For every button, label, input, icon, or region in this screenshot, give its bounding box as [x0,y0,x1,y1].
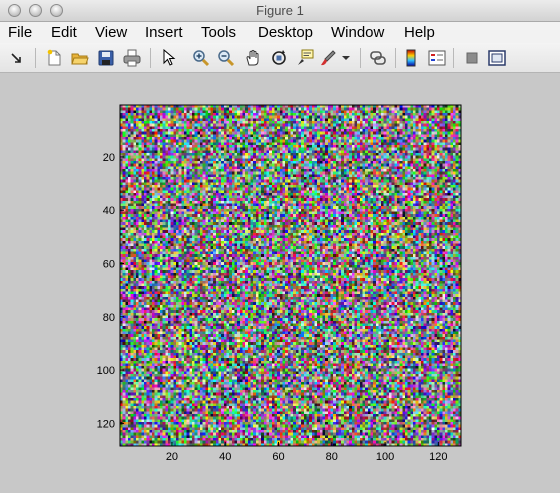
menu-view[interactable]: View [95,24,127,41]
window-title: Figure 1 [256,3,304,18]
x-tick-label: 40 [219,451,231,463]
open-file-icon[interactable] [70,48,90,68]
menu-help[interactable]: Help [404,24,435,41]
edit-plot-icon[interactable] [159,48,179,68]
y-tick-label: 100 [97,365,115,377]
y-tick-label: 120 [97,418,115,430]
show-plot-tools-icon[interactable] [487,48,507,68]
menu-desktop[interactable]: Desktop [258,24,313,41]
hide-plot-tools-icon[interactable] [462,48,482,68]
x-tick-label: 20 [166,451,178,463]
brush-icon[interactable] [318,48,338,68]
figure-canvas: 20 40 60 80 100 120 20 40 60 80 100 120 [0,73,560,493]
save-icon[interactable] [96,48,116,68]
link-plot-icon[interactable] [368,48,388,68]
pan-icon[interactable] [243,48,263,68]
print-icon[interactable] [122,48,142,68]
menu-insert[interactable]: Insert [145,24,183,41]
colorbar-icon[interactable] [401,48,421,68]
data-cursor-icon[interactable] [295,48,315,68]
brush-dropdown-icon[interactable] [340,48,352,68]
legend-icon[interactable] [427,48,447,68]
axes-frame [119,104,462,447]
x-tick-label: 80 [326,451,338,463]
y-tick-label: 40 [103,205,115,217]
menu-tools[interactable]: Tools [201,24,236,41]
menu-edit[interactable]: Edit [51,24,77,41]
x-tick-label: 120 [429,451,447,463]
y-tick-label: 60 [103,259,115,271]
axis-ticks: 20 40 60 80 100 120 20 40 60 80 100 120 [97,152,448,463]
zoom-in-icon[interactable] [191,48,211,68]
x-tick-label: 100 [376,451,394,463]
y-tick-label: 80 [103,312,115,324]
figure-toolbar [0,43,560,73]
menu-window[interactable]: Window [331,24,384,41]
rotate-3d-icon[interactable] [269,48,289,68]
zoom-out-icon[interactable] [216,48,236,68]
axes: 20 40 60 80 100 120 20 40 60 80 100 120 [97,104,462,463]
menu-file[interactable]: File [8,24,32,41]
menu-bar: File Edit View Insert Tools Desktop Wind… [0,22,560,43]
dock-arrow-icon[interactable] [6,48,26,68]
y-tick-label: 20 [103,152,115,164]
window-titlebar[interactable]: Figure 1 [0,0,560,22]
new-figure-icon[interactable] [44,48,64,68]
x-tick-label: 60 [272,451,284,463]
